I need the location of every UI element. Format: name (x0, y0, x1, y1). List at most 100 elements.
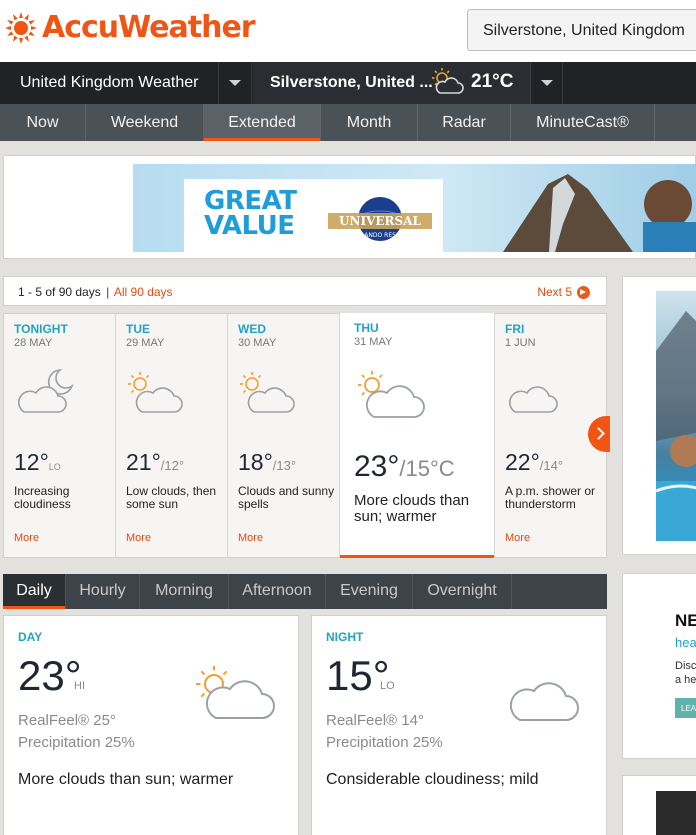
location-dropdown-chevron-icon[interactable] (530, 62, 562, 104)
ad-text-panel: GREAT VALUE UNIVERSAL ORLANDO RESORT (184, 179, 443, 252)
day-high-temp: 21° (126, 449, 161, 475)
panel-description: More clouds than sun; warmer (18, 771, 234, 788)
panel-label: DAY (18, 630, 43, 644)
partly-sunny-icon (358, 371, 425, 418)
more-link[interactable]: More (238, 532, 263, 544)
all-90-days-link[interactable]: All 90 days (114, 285, 173, 299)
partly-sunny-icon (432, 68, 464, 94)
accuweather-logo[interactable]: AccuWeather (4, 10, 256, 45)
day-date: 30 MAY (238, 337, 277, 349)
day-label: THU (354, 321, 379, 335)
side-ad-text-line-1: Disc (675, 660, 696, 672)
day-card-wed[interactable]: WED 30 MAY 18°/13° Clouds and sunny spel… (228, 314, 340, 557)
lo-label: LO (380, 680, 395, 692)
tab-minutecast[interactable]: MinuteCast® (511, 104, 655, 141)
more-link[interactable]: More (14, 532, 39, 544)
cloud-icon (508, 386, 558, 413)
more-link[interactable]: More (126, 532, 151, 544)
side-ad-title: NE (675, 611, 696, 630)
day-description: A p.m. shower or thunderstorm (505, 484, 596, 511)
ad-headline-line-2: VALUE (204, 211, 295, 241)
day-date: 29 MAY (126, 337, 165, 349)
day-temperature: 22°/14° (505, 449, 563, 476)
panel-label: NIGHT (326, 630, 364, 644)
days-range-separator: | (106, 285, 110, 299)
panel-temperature: 15° (326, 652, 390, 699)
side-ad-image (656, 291, 696, 541)
ad-headline: GREAT VALUE (204, 188, 297, 241)
hi-label: HI (74, 680, 85, 692)
precipitation-value: Precipitation 25% (326, 734, 443, 751)
day-low-temp: /13° (272, 458, 297, 473)
realfeel-value: RealFeel® 14° (326, 712, 424, 729)
daily-forecast-cards: TONIGHT 28 MAY 12°LO Increasing cloudine… (3, 313, 607, 558)
precipitation-value: Precipitation 25% (18, 734, 135, 751)
current-temperature: 21°C (471, 71, 514, 92)
day-low-temp: /15°C (399, 456, 455, 481)
tab-afternoon[interactable]: Afternoon (229, 574, 326, 609)
night-detail-panel: NIGHT 15° LO RealFeel® 14° Precipitation… (311, 615, 607, 835)
panel-description: Considerable cloudiness; mild (326, 771, 539, 788)
day-detail-panel: DAY 23° HI RealFeel® 25° Precipitation 2… (3, 615, 299, 835)
day-description: Low clouds, then some sun (126, 484, 217, 511)
tab-weekend[interactable]: Weekend (86, 104, 204, 141)
days-range-bar: 1 - 5 of 90 days | All 90 days Next 5 (3, 276, 607, 306)
side-ad-text-card[interactable]: NE hea Disc a he LEA (622, 573, 696, 759)
next-5-days-link[interactable]: Next 5 (537, 285, 590, 299)
day-date: 1 JUN (505, 337, 536, 349)
period-tabs: Daily Hourly Morning Afternoon Evening O… (3, 574, 607, 609)
side-ad-text-line-2: a he (675, 674, 696, 686)
tab-month[interactable]: Month (321, 104, 418, 141)
day-low-temp: /12° (160, 458, 185, 473)
panel-temperature: 23° (18, 652, 82, 699)
day-high-temp: 12° (14, 449, 49, 475)
next-5-label: Next 5 (537, 285, 572, 299)
forecast-nav: Now Weekend Extended Month Radar MinuteC… (0, 104, 696, 141)
side-ad-image-card[interactable] (622, 276, 696, 555)
day-high-temp: 18° (238, 449, 273, 475)
location-search-input[interactable]: Silverstone, United Kingdom (467, 9, 696, 51)
universal-globe-logo: UNIVERSAL ORLANDO RESORT (328, 197, 432, 241)
day-temperature: 12°LO (14, 449, 61, 476)
day-label: FRI (505, 322, 525, 336)
day-description: More clouds than sun; warmer (354, 492, 470, 525)
day-card-thu[interactable]: THU 31 MAY 23°/15°C More clouds than sun… (340, 313, 495, 558)
side-ad-learn-button[interactable]: LEA (675, 698, 696, 718)
ad-banner-container: GREAT VALUE UNIVERSAL ORLANDO RESORT (3, 155, 696, 259)
side-ad-bottom-image (656, 791, 696, 835)
lo-label: LO (48, 462, 61, 472)
day-low-temp: /14° (539, 458, 564, 473)
tab-radar[interactable]: Radar (418, 104, 511, 141)
tab-now[interactable]: Now (0, 104, 86, 141)
current-location[interactable]: Silverstone, United ... 21°C (253, 62, 530, 104)
ad-brand-line-2: ORLANDO RESORT (352, 232, 408, 239)
country-dropdown-chevron-icon[interactable] (218, 62, 250, 104)
location-bar-spacer (562, 62, 696, 104)
country-weather-label: United Kingdom Weather (20, 74, 199, 91)
day-card-tue[interactable]: TUE 29 MAY 21°/12° Low clouds, then some… (116, 314, 228, 557)
partly-sunny-icon (196, 666, 275, 719)
tab-evening[interactable]: Evening (326, 574, 413, 609)
location-bar: United Kingdom Weather Silverstone, Unit… (0, 62, 696, 104)
day-high-temp: 23° (354, 450, 400, 483)
side-ad-bottom-card[interactable] (622, 775, 696, 835)
ad-volcano-image (503, 174, 696, 252)
day-label: TONIGHT (14, 322, 68, 336)
days-range-label: 1 - 5 of 90 days (18, 285, 101, 299)
partly-cloudy-night-icon (17, 369, 74, 413)
day-label: TUE (126, 322, 150, 336)
tab-morning[interactable]: Morning (140, 574, 229, 609)
country-weather-link[interactable]: United Kingdom Weather (0, 62, 252, 104)
day-high-temp: 22° (505, 449, 540, 475)
tab-extended[interactable]: Extended (204, 104, 321, 141)
day-date: 31 MAY (354, 336, 393, 348)
day-temperature: 21°/12° (126, 449, 184, 476)
cloud-icon (509, 682, 579, 721)
universal-ad-banner[interactable]: GREAT VALUE UNIVERSAL ORLANDO RESORT (133, 164, 696, 252)
tab-overnight[interactable]: Overnight (413, 574, 512, 609)
more-link[interactable]: More (505, 532, 530, 544)
tab-hourly[interactable]: Hourly (66, 574, 140, 609)
side-ad-text: Disc a he (675, 659, 696, 687)
day-card-tonight[interactable]: TONIGHT 28 MAY 12°LO Increasing cloudine… (4, 314, 116, 557)
tab-daily[interactable]: Daily (3, 574, 66, 609)
